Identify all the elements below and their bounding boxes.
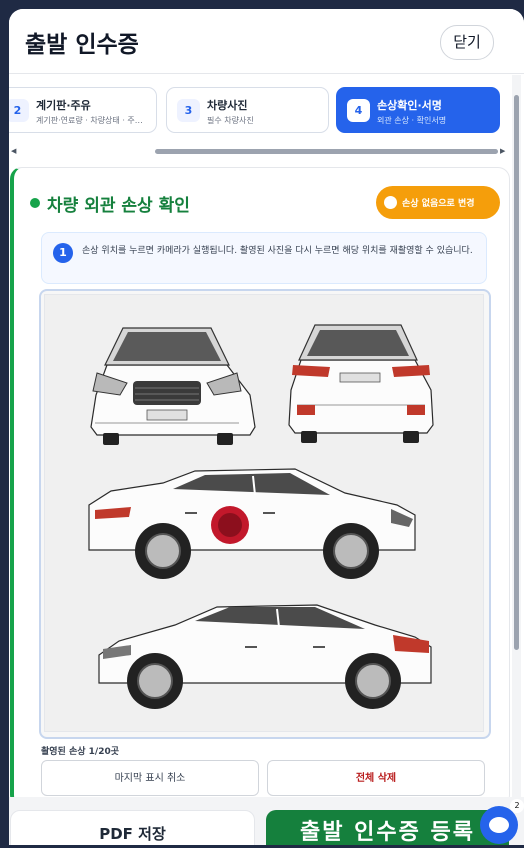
tab-step-3[interactable]: 3 차량사진 필수 차량사진 [166, 87, 329, 133]
no-damage-toggle-button[interactable]: 손상 없음으로 변경 [376, 186, 500, 219]
step-number: 4 [347, 99, 370, 122]
departure-receipt-modal: 출발 인수증 닫기 2 계기판·주유 계기판·연료량 · 차량상태 · 주… 3… [9, 9, 524, 845]
damage-marker[interactable] [211, 506, 249, 544]
section-dot-icon [30, 198, 40, 208]
close-button[interactable]: 닫기 [440, 25, 494, 60]
step-subtitle: 필수 차량사진 [207, 116, 254, 125]
car-diagram-svg[interactable] [45, 295, 483, 731]
step-tabs: 2 계기판·주유 계기판·연료량 · 차량상태 · 주… 3 차량사진 필수 차… [9, 87, 509, 147]
modal-title: 출발 인수증 [25, 32, 139, 58]
info-box: 1 손상 위치를 누르면 카메라가 실행됩니다. 촬영된 사진을 다시 누르면 … [41, 232, 487, 284]
undo-last-mark-button[interactable]: 마지막 표시 취소 [41, 760, 259, 796]
damage-check-section: 차량 외관 손상 확인 손상 없음으로 변경 1 손상 위치를 누르면 카메라가… [10, 167, 510, 807]
car-damage-diagram[interactable] [39, 289, 491, 739]
step-tabs-scrollbar[interactable]: ◀ ▶ [9, 147, 509, 156]
vertical-scrollbar-thumb[interactable] [514, 95, 519, 650]
info-number-icon: 1 [53, 243, 73, 263]
scroll-right-icon[interactable]: ▶ [500, 147, 505, 155]
step-number: 2 [9, 99, 29, 122]
car-front-view [90, 327, 256, 445]
step-number: 3 [177, 99, 200, 122]
vertical-scrollbar[interactable] [512, 75, 521, 845]
step-label: 계기판·주유 [36, 99, 91, 112]
car-side-view-left [98, 604, 432, 709]
modal-footer: PDF 저장 출발 인수증 등록 [9, 797, 524, 845]
no-damage-label: 손상 없음으로 변경 [402, 199, 475, 209]
delete-all-button[interactable]: 전체 삭제 [267, 760, 485, 796]
car-side-view-right [88, 468, 416, 579]
scrollbar-thumb[interactable] [155, 149, 498, 154]
diagram-canvas[interactable] [44, 294, 484, 732]
scroll-left-icon[interactable]: ◀ [11, 147, 16, 155]
step-label: 손상확인·서명 [377, 99, 442, 112]
register-receipt-button[interactable]: 출발 인수증 등록 [266, 810, 509, 845]
damage-count-label: 촬영된 손상 1/20곳 [41, 747, 120, 757]
tab-step-2[interactable]: 2 계기판·주유 계기판·연료량 · 차량상태 · 주… [9, 87, 157, 133]
section-title: 차량 외관 손상 확인 [47, 196, 190, 216]
tab-step-4[interactable]: 4 손상확인·서명 외관 손상 · 확인서명 [336, 87, 500, 133]
info-text: 손상 위치를 누르면 카메라가 실행됩니다. 촬영된 사진을 다시 누르면 해당… [82, 246, 473, 256]
car-rear-view [288, 324, 434, 443]
pdf-save-button[interactable]: PDF 저장 [10, 810, 255, 845]
step-subtitle: 외관 손상 · 확인서명 [377, 116, 447, 125]
toggle-circle-icon [384, 196, 397, 209]
step-label: 차량사진 [207, 99, 248, 112]
modal-header: 출발 인수증 닫기 [9, 9, 524, 74]
step-subtitle: 계기판·연료량 · 차량상태 · 주… [36, 116, 143, 125]
chat-badge: 2 [510, 799, 524, 813]
